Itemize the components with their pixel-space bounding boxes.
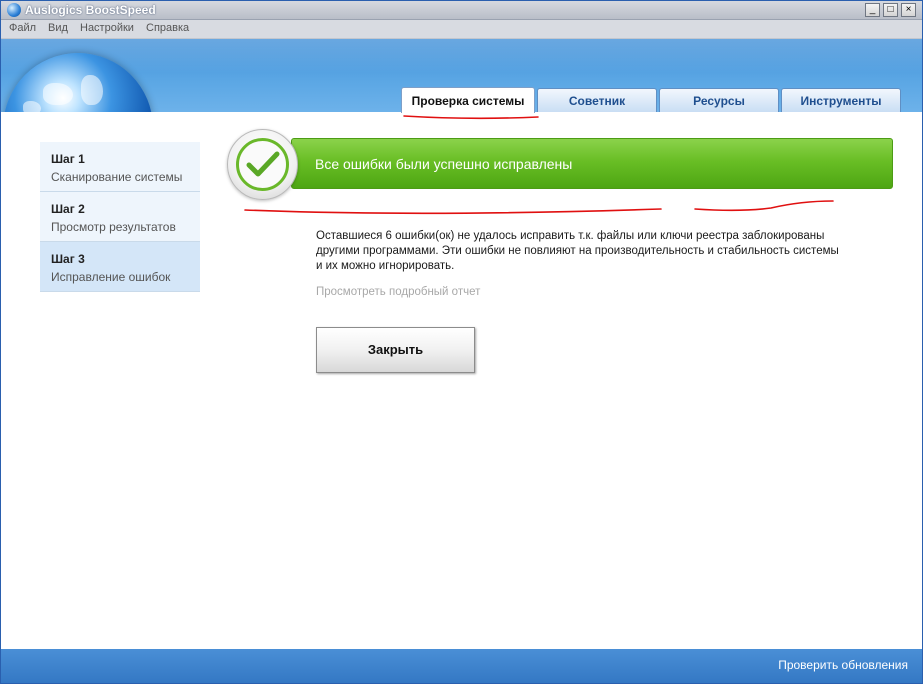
- globe-land: [23, 101, 41, 112]
- header-shine: [1, 39, 922, 73]
- steps-panel: Шаг 1 Сканирование системы Шаг 2 Просмот…: [40, 142, 200, 292]
- tab-resources[interactable]: Ресурсы: [659, 88, 779, 112]
- success-message: Все ошибки были успешно исправлены: [315, 156, 573, 172]
- step-desc: Исправление ошибок: [51, 270, 171, 284]
- step-title: Шаг 3: [51, 252, 85, 266]
- success-badge: [227, 129, 298, 200]
- remaining-errors-message: Оставшиеся 6 ошибки(ок) не удалось испра…: [316, 229, 876, 274]
- menu-settings[interactable]: Настройки: [80, 22, 134, 34]
- menu-file[interactable]: Файл: [9, 22, 36, 34]
- step-title: Шаг 2: [51, 202, 85, 216]
- globe-land: [43, 83, 73, 105]
- step-1[interactable]: Шаг 1 Сканирование системы: [40, 142, 200, 192]
- tab-system-check[interactable]: Проверка системы: [401, 87, 535, 113]
- message-line: Оставшиеся 6 ошибки(ок) не удалось испра…: [316, 230, 825, 242]
- minimize-button[interactable]: _: [865, 3, 880, 17]
- tab-tools[interactable]: Инструменты: [781, 88, 901, 112]
- step-desc: Просмотр результатов: [51, 220, 176, 234]
- step-title: Шаг 1: [51, 152, 85, 166]
- success-banner: Все ошибки были успешно исправлены: [291, 138, 893, 189]
- view-detailed-report-link[interactable]: Просмотреть подробный отчет: [316, 286, 480, 298]
- maximize-button[interactable]: □: [883, 3, 898, 17]
- footer-bar: Проверить обновления: [1, 649, 922, 683]
- app-window: Auslogics BoostSpeed _ □ × Файл Вид Наст…: [0, 0, 923, 684]
- close-button[interactable]: Закрыть: [316, 327, 475, 373]
- step-2[interactable]: Шаг 2 Просмотр результатов: [40, 192, 200, 242]
- menu-help[interactable]: Справка: [146, 22, 189, 34]
- globe-land: [81, 75, 103, 105]
- tab-advisor[interactable]: Советник: [537, 88, 657, 112]
- step-desc: Сканирование системы: [51, 170, 183, 184]
- menu-view[interactable]: Вид: [48, 22, 68, 34]
- message-line: другими программами. Эти ошибки не повли…: [316, 245, 839, 257]
- title-bar[interactable]: Auslogics BoostSpeed _ □ ×: [1, 1, 922, 20]
- check-updates-link[interactable]: Проверить обновления: [778, 658, 908, 672]
- menu-bar: Файл Вид Настройки Справка: [1, 20, 922, 39]
- close-window-button[interactable]: ×: [901, 3, 916, 17]
- app-globe-icon: [7, 3, 21, 17]
- checkmark-icon: [236, 138, 289, 191]
- message-line: и их можно игнорировать.: [316, 260, 455, 272]
- step-3[interactable]: Шаг 3 Исправление ошибок: [40, 242, 200, 292]
- window-title: Auslogics BoostSpeed: [25, 3, 156, 17]
